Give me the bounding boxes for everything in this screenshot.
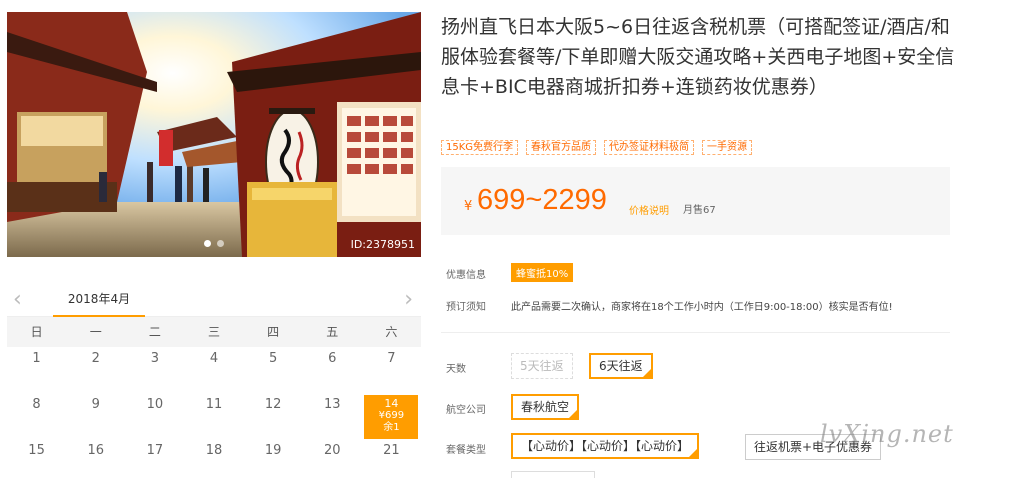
calendar-day[interactable]: 1	[7, 347, 66, 393]
package-option-heart-price[interactable]: 【心动价】【心动价】【心动价】	[511, 433, 700, 459]
product-title: 扬州直飞日本大阪5~6日往返含税机票（可搭配签证/酒店/和服体验套餐等/下单即赠…	[441, 16, 955, 98]
kyoto-street-image	[7, 12, 421, 257]
calendar-day[interactable]: 12	[244, 393, 303, 439]
chevron-right-icon[interactable]: ›	[404, 287, 413, 312]
calendar-day[interactable]: 17	[125, 439, 184, 478]
weekday-label: 二	[148, 325, 161, 339]
site-watermark: lvXing.net	[820, 420, 954, 448]
date-calendar: ‹ 2018年4月 › 日 一 二 三 四 五 六 1 2 3 4 5 6 7 …	[7, 285, 421, 478]
calendar-day[interactable]: 2	[66, 347, 125, 393]
calendar-day[interactable]: 18	[184, 439, 243, 478]
calendar-day[interactable]: 13	[303, 393, 362, 439]
airline-label: 航空公司	[446, 405, 486, 416]
calendar-day[interactable]: 19	[244, 439, 303, 478]
weekday-label: 日	[30, 325, 43, 339]
notice-text: 此产品需要二次确认，商家将在18个工作小时内（工作日9:00-18:00）核实是…	[511, 302, 893, 313]
calendar-month-tab[interactable]: 2018年4月	[53, 291, 145, 317]
calendar-day[interactable]: 7	[362, 347, 421, 393]
calendar-day[interactable]: 15	[7, 439, 66, 478]
calendar-day[interactable]: 9	[66, 393, 125, 439]
days-option-6[interactable]: 6天往返	[589, 353, 653, 379]
calendar-day-remaining: 余1	[383, 422, 400, 433]
feature-tag: 15KG免费行李	[441, 140, 519, 155]
product-photo[interactable]: ID:2378951	[7, 12, 421, 257]
calendar-day[interactable]: 20	[303, 439, 362, 478]
calendar-grid: 1 2 3 4 5 6 7 8 9 10 11 12 13 14 ¥699 余1…	[7, 347, 421, 478]
calendar-day[interactable]: 11	[184, 393, 243, 439]
carousel-dot[interactable]	[217, 240, 224, 247]
feature-tags: 15KG免费行李 春秋官方品质 代办签证材料极简 一手资源	[441, 140, 753, 155]
weekday-label: 三	[207, 325, 220, 339]
weekday-label: 一	[89, 325, 102, 339]
carousel-dot[interactable]	[204, 240, 211, 247]
calendar-day[interactable]: 6	[303, 347, 362, 393]
weekday-label: 五	[326, 325, 339, 339]
calendar-day[interactable]: 8	[7, 393, 66, 439]
price-explanation-link[interactable]: 价格说明	[629, 202, 669, 217]
next-option-partial	[511, 471, 595, 478]
calendar-day[interactable]: 4	[184, 347, 243, 393]
calendar-day-number: 14	[384, 397, 399, 410]
calendar-day[interactable]: 21	[362, 439, 421, 478]
promo-badge: 蜂蜜抵10%	[511, 263, 574, 282]
airline-option[interactable]: 春秋航空	[511, 394, 580, 420]
calendar-nav: ‹ 2018年4月 ›	[7, 285, 421, 317]
monthly-sales: 月售67	[683, 205, 716, 216]
weekday-label: 六	[385, 325, 398, 339]
calendar-weekday-header: 日 一 二 三 四 五 六	[7, 317, 421, 347]
calendar-day[interactable]: 5	[244, 347, 303, 393]
days-option-5[interactable]: 5天往返	[511, 353, 573, 379]
calendar-day[interactable]: 10	[125, 393, 184, 439]
package-label: 套餐类型	[446, 445, 486, 456]
calendar-day[interactable]: 3	[125, 347, 184, 393]
photo-id: ID:2378951	[350, 238, 415, 251]
calendar-day[interactable]: 16	[66, 439, 125, 478]
price-panel: ¥ 699~2299 价格说明 月售67	[441, 167, 950, 235]
promo-label: 优惠信息	[446, 270, 486, 281]
weekday-label: 四	[267, 325, 280, 339]
chevron-left-icon[interactable]: ‹	[13, 287, 22, 312]
feature-tag: 一手资源	[702, 140, 753, 155]
feature-tag: 代办签证材料极简	[604, 140, 695, 155]
days-label: 天数	[446, 364, 466, 375]
divider	[441, 332, 950, 333]
calendar-day-price: ¥699	[378, 410, 405, 421]
notice-label: 预订须知	[446, 302, 486, 313]
price-currency: ¥	[464, 199, 473, 214]
feature-tag: 春秋官方品质	[526, 140, 597, 155]
calendar-day-available[interactable]: 14 ¥699 余1	[364, 395, 419, 439]
price-range: 699~2299	[477, 184, 607, 216]
